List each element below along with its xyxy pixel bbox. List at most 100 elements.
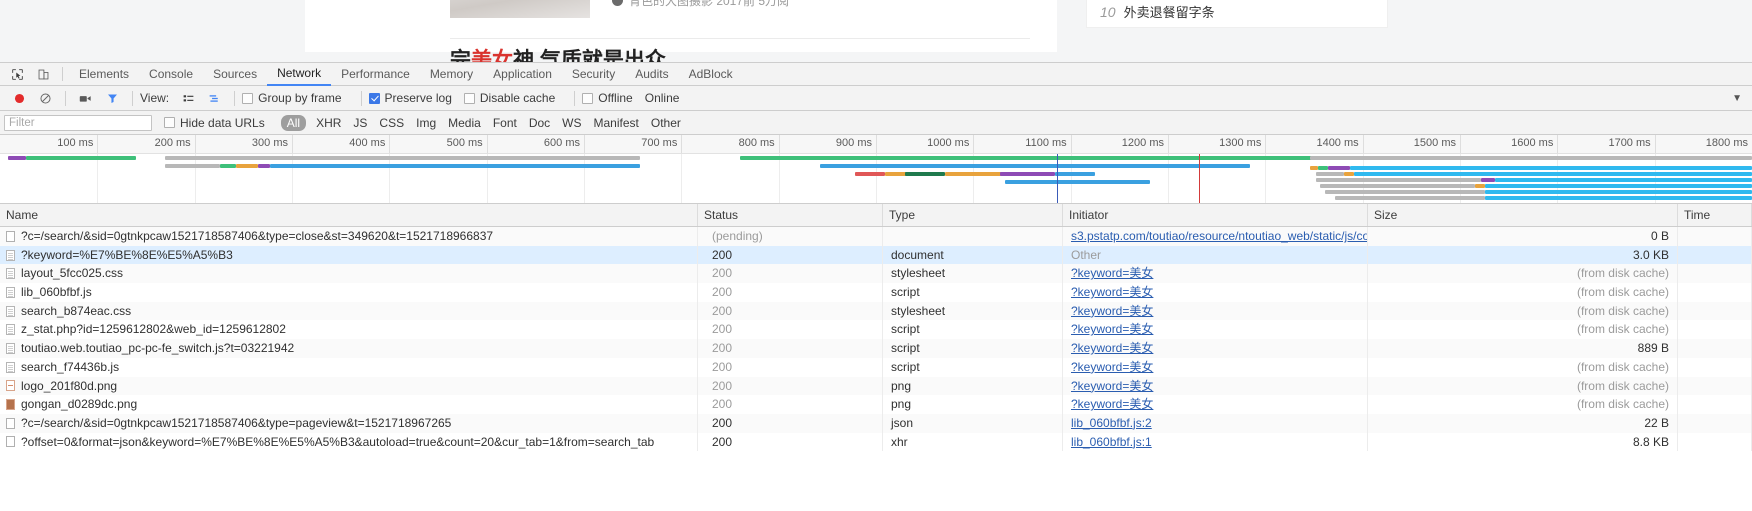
tab-memory[interactable]: Memory bbox=[420, 63, 483, 85]
waterfall-view-icon[interactable] bbox=[201, 87, 227, 109]
tab-sources[interactable]: Sources bbox=[203, 63, 267, 85]
cell-name[interactable]: toutiao.web.toutiao_pc-pc-fe_switch.js?t… bbox=[0, 339, 698, 358]
cell-name[interactable]: ?offset=0&format=json&keyword=%E7%BE%8E%… bbox=[0, 432, 698, 452]
hot-list-item[interactable]: 10 外卖退餐留字条 bbox=[1100, 2, 1215, 21]
tab-network[interactable]: Network bbox=[267, 62, 332, 86]
filter-type-img[interactable]: Img bbox=[416, 116, 436, 130]
table-row[interactable]: ?keyword=%E7%BE%8E%E5%A5%B3 200 document Ot… bbox=[0, 245, 1752, 265]
tab-security[interactable]: Security bbox=[562, 63, 625, 85]
article-headline[interactable]: 完美女神 气质就是出众 bbox=[450, 44, 666, 62]
filter-type-other[interactable]: Other bbox=[651, 116, 681, 130]
offline-box bbox=[582, 92, 594, 104]
cell-initiator[interactable]: ?keyword=美女 bbox=[1063, 357, 1368, 377]
network-overview[interactable]: 100 ms 200 ms 300 ms 400 ms 500 ms 600 ms 700 … bbox=[0, 135, 1752, 204]
toggle-device-toolbar-icon[interactable] bbox=[30, 63, 56, 85]
list-view-icon[interactable] bbox=[175, 87, 201, 109]
initiator-link[interactable]: ?keyword=美女 bbox=[1071, 360, 1153, 374]
throttling-select[interactable]: Online bbox=[645, 91, 680, 105]
filter-type-font[interactable]: Font bbox=[493, 116, 517, 130]
column-header-initiator[interactable]: Initiator bbox=[1063, 204, 1368, 226]
cell-initiator[interactable]: ?keyword=美女 bbox=[1063, 320, 1368, 340]
disable-cache-label: Disable cache bbox=[479, 91, 556, 105]
column-header-name[interactable]: Name bbox=[0, 204, 698, 226]
filter-type-ws[interactable]: WS bbox=[562, 116, 581, 130]
initiator-link[interactable]: lib_060bfbf.js:1 bbox=[1071, 435, 1152, 449]
toolbar-separator-4 bbox=[360, 90, 362, 106]
cell-name[interactable]: search_f74436b.js bbox=[0, 357, 698, 377]
cell-size: 0 B bbox=[1368, 227, 1678, 246]
table-row[interactable]: layout_5fcc025.css 200 stylesheet ?keyword=… bbox=[0, 264, 1752, 284]
initiator-link[interactable]: ?keyword=美女 bbox=[1071, 304, 1153, 318]
table-row[interactable]: toutiao.web.toutiao_pc-pc-fe_switch.js?t… bbox=[0, 339, 1752, 358]
cell-name[interactable]: ?c=/search/&sid=0gtnkpcaw1521718587406&t… bbox=[0, 413, 698, 433]
table-row[interactable]: logo_201f80d.png 200 png ?keyword=美女 (from d… bbox=[0, 376, 1752, 396]
initiator-link[interactable]: lib_060bfbf.js:2 bbox=[1071, 416, 1152, 430]
cell-name[interactable]: lib_060bfbf.js bbox=[0, 283, 698, 302]
cell-initiator[interactable]: Other bbox=[1063, 245, 1368, 265]
column-header-time[interactable]: Time bbox=[1678, 204, 1752, 226]
tab-audits[interactable]: Audits bbox=[625, 63, 678, 85]
hide-data-urls-checkbox[interactable]: Hide data URLs bbox=[164, 116, 265, 130]
tab-console[interactable]: Console bbox=[139, 63, 203, 85]
record-circle-icon[interactable] bbox=[6, 87, 32, 109]
filter-type-media[interactable]: Media bbox=[448, 116, 481, 130]
table-row[interactable]: ?c=/search/&sid=0gtnkpcaw1521718587406&t… bbox=[0, 227, 1752, 246]
initiator-link[interactable]: s3.pstatp.com/toutiao/resource/ntoutiao_… bbox=[1071, 229, 1367, 243]
overview-gridline bbox=[292, 154, 293, 203]
table-row[interactable]: lib_060bfbf.js 200 script ?keyword=美女 (from … bbox=[0, 283, 1752, 302]
disable-cache-checkbox[interactable]: Disable cache bbox=[463, 91, 556, 105]
filter-type-css[interactable]: CSS bbox=[379, 116, 404, 130]
funnel-icon[interactable] bbox=[99, 87, 125, 109]
filter-type-all[interactable]: All bbox=[280, 114, 307, 131]
cell-initiator[interactable]: ?keyword=美女 bbox=[1063, 283, 1368, 302]
cell-name[interactable]: gongan_d0289dc.png bbox=[0, 395, 698, 414]
overview-gridline bbox=[1070, 154, 1072, 203]
clear-prohibited-icon[interactable] bbox=[32, 87, 58, 109]
tab-adblock[interactable]: AdBlock bbox=[679, 63, 743, 85]
group-by-frame-checkbox[interactable]: Group by frame bbox=[242, 91, 342, 105]
cell-name[interactable]: logo_201f80d.png bbox=[0, 376, 698, 396]
cell-initiator[interactable]: ?keyword=美女 bbox=[1063, 395, 1368, 414]
cell-initiator[interactable]: lib_060bfbf.js:1 bbox=[1063, 432, 1368, 452]
tab-elements[interactable]: Elements bbox=[69, 63, 139, 85]
cell-initiator[interactable]: lib_060bfbf.js:2 bbox=[1063, 413, 1368, 433]
table-row[interactable]: ?c=/search/&sid=0gtnkpcaw1521718587406&t… bbox=[0, 413, 1752, 433]
initiator-link[interactable]: ?keyword=美女 bbox=[1071, 397, 1153, 411]
overview-gridline bbox=[194, 154, 196, 203]
filter-type-doc[interactable]: Doc bbox=[529, 116, 550, 130]
cell-initiator[interactable]: ?keyword=美女 bbox=[1063, 264, 1368, 284]
inspect-element-icon[interactable] bbox=[4, 63, 30, 85]
initiator-link[interactable]: ?keyword=美女 bbox=[1071, 379, 1153, 393]
initiator-link[interactable]: ?keyword=美女 bbox=[1071, 266, 1153, 280]
table-row[interactable]: search_f74436b.js 200 script ?keyword=美女 (fr… bbox=[0, 357, 1752, 377]
cell-initiator[interactable]: ?keyword=美女 bbox=[1063, 376, 1368, 396]
initiator-link[interactable]: ?keyword=美女 bbox=[1071, 341, 1153, 355]
column-header-type[interactable]: Type bbox=[883, 204, 1063, 226]
table-row[interactable]: search_b874eac.css 200 stylesheet ?keyword=… bbox=[0, 301, 1752, 321]
cell-initiator[interactable]: ?keyword=美女 bbox=[1063, 339, 1368, 358]
cell-initiator[interactable]: ?keyword=美女 bbox=[1063, 301, 1368, 321]
filter-type-js[interactable]: JS bbox=[353, 116, 367, 130]
table-row[interactable]: gongan_d0289dc.png 200 png ?keyword=美女 (from… bbox=[0, 395, 1752, 414]
initiator-link[interactable]: ?keyword=美女 bbox=[1071, 285, 1153, 299]
column-header-status[interactable]: Status bbox=[698, 204, 883, 226]
filter-type-manifest[interactable]: Manifest bbox=[594, 116, 639, 130]
cell-name[interactable]: layout_5fcc025.css bbox=[0, 264, 698, 284]
cell-name[interactable]: ?c=/search/&sid=0gtnkpcaw1521718587406&t… bbox=[0, 227, 698, 246]
filter-input[interactable] bbox=[4, 114, 152, 131]
camera-icon[interactable] bbox=[73, 87, 99, 109]
filter-type-xhr[interactable]: XHR bbox=[316, 116, 341, 130]
initiator-link[interactable]: ?keyword=美女 bbox=[1071, 322, 1153, 336]
table-row[interactable]: ?offset=0&format=json&keyword=%E7%BE%8E%… bbox=[0, 432, 1752, 452]
column-header-size[interactable]: Size bbox=[1368, 204, 1678, 226]
cell-name[interactable]: z_stat.php?id=1259612802&web_id=12596128… bbox=[0, 320, 698, 340]
table-row[interactable]: z_stat.php?id=1259612802&web_id=12596128… bbox=[0, 320, 1752, 340]
tab-application[interactable]: Application bbox=[483, 63, 562, 85]
cell-initiator[interactable]: s3.pstatp.com/toutiao/resource/ntoutiao_… bbox=[1063, 227, 1368, 246]
tab-performance[interactable]: Performance bbox=[331, 63, 420, 85]
cell-name[interactable]: search_b874eac.css bbox=[0, 301, 698, 321]
chevron-down-icon[interactable]: ▼ bbox=[1732, 93, 1742, 104]
cell-name[interactable]: ?keyword=%E7%BE%8E%E5%A5%B3 bbox=[0, 245, 698, 265]
offline-checkbox[interactable]: Offline bbox=[582, 91, 633, 105]
preserve-log-checkbox[interactable]: Preserve log bbox=[368, 91, 452, 105]
